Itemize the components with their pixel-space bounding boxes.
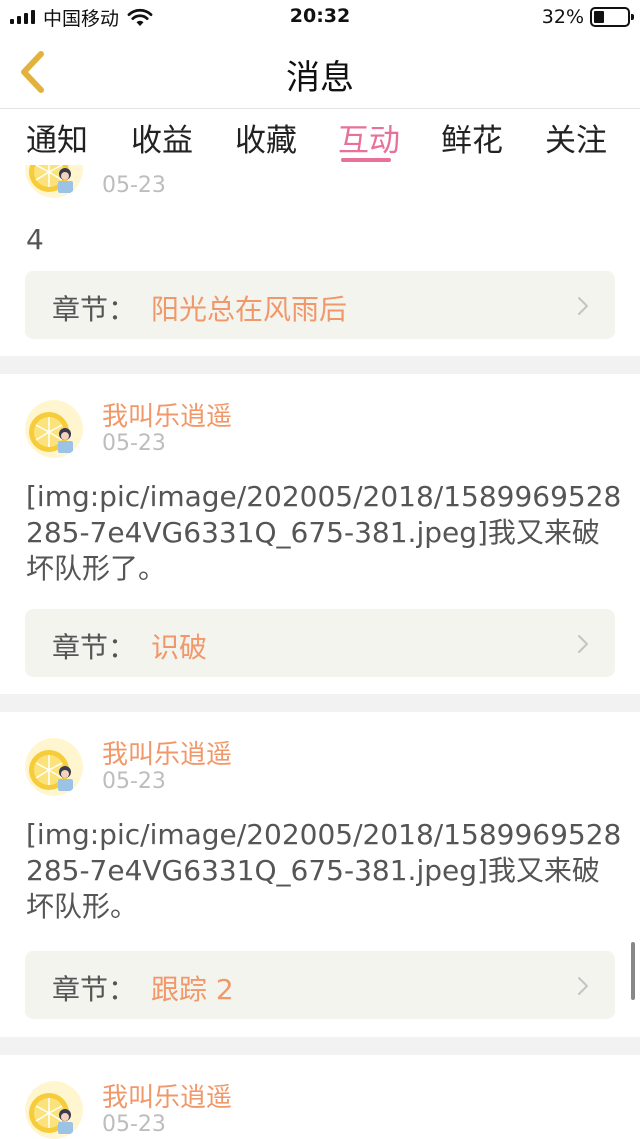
page-title: 消息 — [286, 58, 354, 98]
chapter-label: 章节： — [52, 293, 137, 326]
user-avatar[interactable] — [25, 165, 83, 198]
username[interactable]: 我叫乐逍遥 — [102, 734, 232, 771]
message-date: 05-23 — [102, 1112, 166, 1137]
chapter-label: 章节： — [52, 631, 137, 664]
tab-interactions[interactable]: 互动 — [338, 115, 400, 160]
chapter-link[interactable]: 章节： 识破 — [25, 609, 615, 677]
tab-bar: 通知 收益 收藏 互动 鲜花 关注 — [0, 109, 640, 165]
user-avatar[interactable] — [25, 1081, 83, 1139]
battery-icon — [590, 7, 634, 27]
tab-notifications[interactable]: 通知 — [26, 115, 88, 160]
status-bar: 中国移动 20:32 32% — [0, 0, 640, 34]
message-date: 05-23 — [102, 769, 166, 794]
chapter-title: 阳光总在风雨后 — [151, 293, 348, 326]
chapter-link[interactable]: 章节： 阳光总在风雨后 — [25, 271, 615, 339]
chapter-label: 章节： — [52, 973, 137, 1006]
username[interactable]: 我叫乐逍遥 — [102, 1077, 232, 1114]
navigation-bar: 消息 — [0, 34, 640, 109]
username[interactable]: 我叫乐逍遥 — [102, 396, 232, 433]
chevron-right-icon — [578, 977, 588, 995]
tab-flowers[interactable]: 鲜花 — [441, 115, 503, 160]
message-card: 我叫乐逍遥 05-23 [img:pic/image/202005/2018/1… — [0, 712, 640, 1037]
tab-favorites[interactable]: 收藏 — [235, 115, 297, 160]
message-card: 我叫乐逍遥 05-23 — [0, 1055, 640, 1139]
message-text: [img:pic/image/202005/2018/1589969528285… — [26, 818, 622, 923]
chapter-title: 识破 — [151, 631, 208, 664]
message-text: 4 — [26, 223, 44, 256]
battery-level-fill — [594, 11, 604, 23]
message-list[interactable]: 05-23 4 章节： 阳光总在风雨后 我叫乐逍遥 05-23 [img:pic… — [0, 165, 640, 1139]
tab-earnings[interactable]: 收益 — [131, 115, 193, 160]
scrollbar[interactable] — [631, 942, 635, 1000]
user-avatar[interactable] — [25, 738, 83, 796]
tab-following[interactable]: 关注 — [545, 115, 607, 160]
message-date: 05-23 — [102, 431, 166, 456]
chevron-right-icon — [578, 635, 588, 653]
status-right: 32% — [541, 6, 634, 28]
message-card: 我叫乐逍遥 05-23 [img:pic/image/202005/2018/1… — [0, 374, 640, 694]
message-card: 05-23 4 章节： 阳光总在风雨后 — [0, 165, 640, 356]
active-tab-indicator — [341, 158, 391, 162]
user-avatar[interactable] — [25, 400, 83, 458]
chapter-link[interactable]: 章节： 跟踪 2 — [25, 951, 615, 1019]
chevron-right-icon — [578, 297, 588, 315]
battery-percent: 32% — [541, 6, 584, 28]
message-date: 05-23 — [102, 173, 166, 198]
message-text: [img:pic/image/202005/2018/1589969528285… — [26, 480, 622, 585]
chapter-title: 跟踪 2 — [151, 973, 234, 1006]
